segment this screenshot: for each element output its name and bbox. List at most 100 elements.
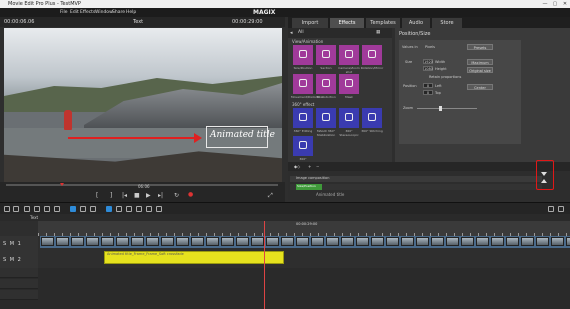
close-button[interactable]: ✕ xyxy=(560,0,570,8)
link-icon[interactable] xyxy=(70,206,76,212)
menu-effects[interactable]: Effects xyxy=(80,10,95,15)
play-icon[interactable]: ▶ xyxy=(146,192,151,199)
keyframe-row-size[interactable] xyxy=(290,184,542,190)
clip-thumbnail xyxy=(206,237,219,246)
menu-edit[interactable]: Edit xyxy=(70,10,79,15)
effect-3d-distortion[interactable]: 3D distortion xyxy=(316,74,336,99)
effect-movement-distortion[interactable]: Movement/Distortion xyxy=(291,74,323,99)
timecode-current: 00:00:06.06 xyxy=(4,19,35,25)
pool-filter[interactable]: All xyxy=(298,30,304,35)
split-icon[interactable] xyxy=(90,206,96,212)
clip-thumbnail xyxy=(56,237,69,246)
mark-in-icon[interactable]: [ xyxy=(96,192,98,199)
minimize-button[interactable]: — xyxy=(540,0,550,8)
effect-section[interactable]: Section xyxy=(316,45,336,70)
loop-icon[interactable]: ↻ xyxy=(174,192,179,199)
top-field[interactable]: 0 xyxy=(423,90,433,95)
clip-thumbnail xyxy=(446,237,459,246)
copy-icon[interactable] xyxy=(44,206,50,212)
timeline-ruler[interactable]: 00:00:29:00 xyxy=(38,221,570,236)
track-header-5[interactable] xyxy=(0,290,38,300)
tab-audio[interactable]: Audio xyxy=(402,18,430,28)
effect-rotation-mirror[interactable]: Rotation/Mirror xyxy=(361,45,383,70)
back-icon[interactable]: ◂ xyxy=(290,30,293,36)
redo-icon[interactable] xyxy=(13,206,19,212)
effect-360-stitching[interactable]: 360° Stitching xyxy=(361,108,383,133)
stop-icon[interactable]: ■ xyxy=(134,192,140,199)
preview-dropdown[interactable]: Text xyxy=(133,19,143,25)
effect-360-stabilization[interactable]: 360° Stabilization xyxy=(293,136,313,165)
zoom-slider-track[interactable] xyxy=(417,108,477,109)
cut-icon[interactable] xyxy=(34,206,40,212)
tab-templates[interactable]: Templates xyxy=(366,18,400,28)
size-label: Size xyxy=(405,60,413,64)
keyframe-remove-icon[interactable]: − xyxy=(316,164,319,169)
original-size-button[interactable]: Original size xyxy=(467,67,493,73)
next-frame-icon[interactable]: ▸| xyxy=(158,192,163,199)
effect-360-editing[interactable]: 360° Editing xyxy=(293,108,313,133)
fullscreen-icon[interactable]: ⤢ xyxy=(268,192,273,200)
track-header-3[interactable] xyxy=(0,268,38,278)
scrub-marker[interactable] xyxy=(60,183,64,186)
timeline-settings-icon[interactable] xyxy=(548,206,554,212)
snap-icon[interactable] xyxy=(80,206,86,212)
zoom-slider-handle[interactable] xyxy=(439,106,442,111)
effect-360-stereoscopic[interactable]: 360° Stereoscopic xyxy=(339,108,359,137)
brand-logo: MAGIX xyxy=(253,9,276,16)
keyframe-clip[interactable]: Size/Position xyxy=(296,184,322,190)
stretch-mode-icon[interactable] xyxy=(126,206,132,212)
tab-import[interactable]: Import xyxy=(292,18,328,28)
keyframe-marker-bottom[interactable] xyxy=(541,179,547,183)
center-button[interactable]: Center xyxy=(467,84,493,90)
presets-button[interactable]: Presets xyxy=(467,44,493,50)
timeline-tab[interactable]: Text xyxy=(30,215,38,220)
mouse-mode-icon[interactable] xyxy=(106,206,112,212)
unit-option[interactable]: Pixels xyxy=(425,45,435,49)
prev-frame-icon[interactable]: |◂ xyxy=(122,192,127,199)
keyframe-marker-top[interactable] xyxy=(541,172,547,176)
title-clip-label: Animated title_Frame_Frame_Soft crossfad… xyxy=(107,252,184,256)
marker-icon[interactable] xyxy=(156,206,162,212)
keyframe-row-composition[interactable]: Image composition xyxy=(290,176,542,182)
keyframe-add-icon[interactable]: + xyxy=(308,164,311,169)
effect-magix-360-stabilization[interactable]: MAGIX 360° Stabilization xyxy=(316,108,336,137)
tab-effects[interactable]: Effects xyxy=(330,18,364,28)
video-preview[interactable] xyxy=(4,28,282,182)
clip-thumbnail xyxy=(566,237,570,246)
tab-store[interactable]: Store xyxy=(432,18,462,28)
panel-title: Position/Size xyxy=(399,31,431,37)
keyframe-tool-icon[interactable]: ◆◇ xyxy=(294,164,300,169)
paste-icon[interactable] xyxy=(54,206,60,212)
effect-mask[interactable]: Mask xyxy=(339,74,359,99)
clip-thumbnail xyxy=(461,237,474,246)
cut-mode-icon[interactable] xyxy=(136,206,142,212)
record-icon[interactable]: ● xyxy=(188,191,193,198)
height-label: Height xyxy=(435,67,447,71)
menu-share[interactable]: Share xyxy=(112,10,125,15)
maximize-button[interactable]: ▢ xyxy=(550,0,560,8)
grid-view-icon[interactable]: ▦ xyxy=(376,30,380,35)
retain-proportions-checkbox[interactable]: Retain proportions xyxy=(429,75,461,79)
playhead[interactable] xyxy=(264,221,265,309)
menu-window[interactable]: Window xyxy=(95,10,113,15)
zoom-mode-icon[interactable] xyxy=(146,206,152,212)
height-field[interactable]: 1080 xyxy=(423,66,433,71)
effect-camera-zoom[interactable]: Camera/Zoom shot xyxy=(338,45,360,74)
width-field[interactable]: 1920 xyxy=(423,59,433,64)
menu-file[interactable]: File xyxy=(60,10,68,15)
max-size-button[interactable]: Maximum size xyxy=(467,59,493,71)
mark-out-icon[interactable]: ] xyxy=(110,192,112,199)
effect-size-position[interactable]: Size/Position xyxy=(293,45,313,70)
menu-help[interactable]: Help xyxy=(126,10,136,15)
ruler-center-time: 00:00:29:00 xyxy=(296,222,318,226)
animated-title-text[interactable]: Animated title xyxy=(210,130,275,140)
video-clip[interactable] xyxy=(40,236,570,248)
title-clip[interactable]: Animated title_Frame_Frame_Soft crossfad… xyxy=(104,251,284,264)
range-mode-icon[interactable] xyxy=(116,206,122,212)
delete-icon[interactable] xyxy=(24,206,30,212)
left-field[interactable]: 0 xyxy=(423,83,433,88)
track-header-4[interactable] xyxy=(0,279,38,289)
timeline-view-icon[interactable] xyxy=(558,206,564,212)
position-size-panel: Position/Size Values in Pixels Presets S… xyxy=(395,28,570,162)
undo-icon[interactable] xyxy=(4,206,10,212)
